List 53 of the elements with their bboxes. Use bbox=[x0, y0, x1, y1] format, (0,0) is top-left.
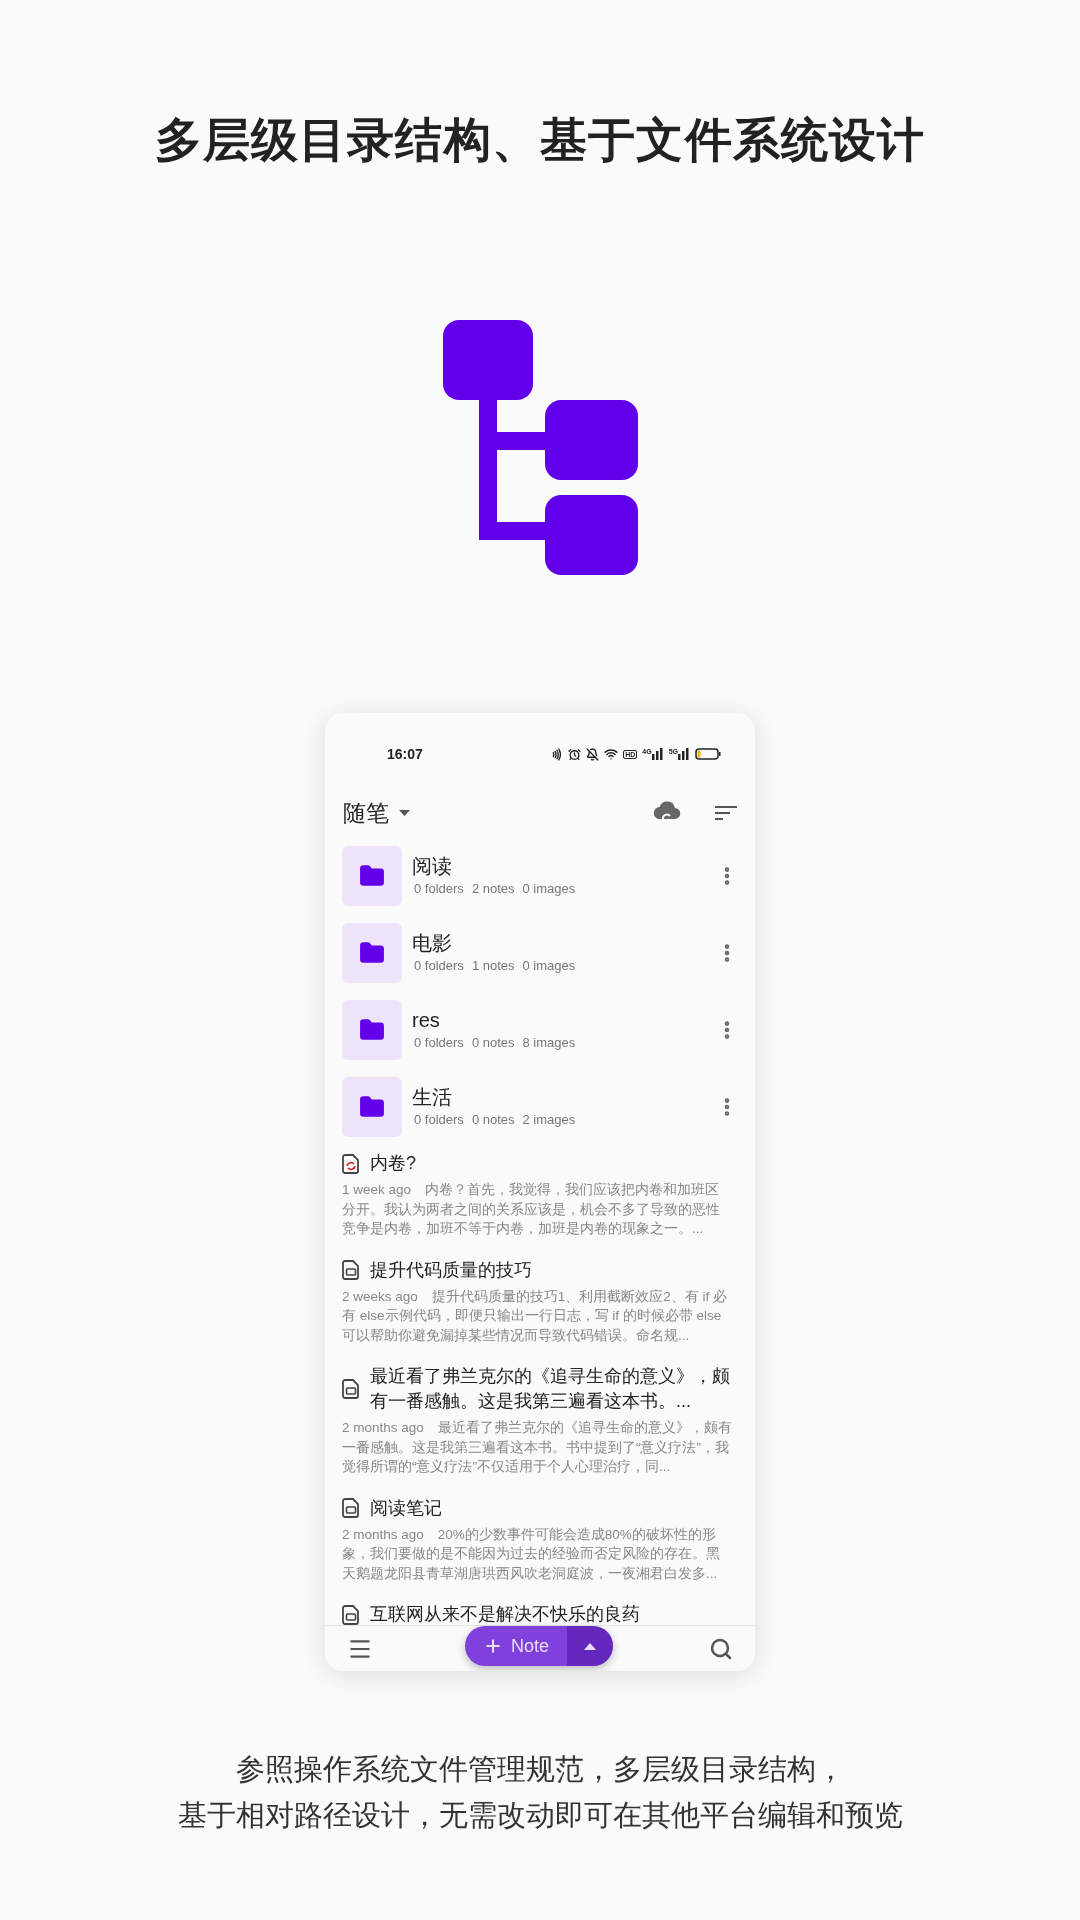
caret-icon bbox=[399, 810, 410, 816]
folder-count: 0 folders bbox=[414, 879, 464, 898]
caret-up-icon bbox=[584, 1642, 596, 1650]
note-title[interactable]: 互联网从来不是解决不快乐的良药 bbox=[370, 1602, 640, 1627]
wifi-icon bbox=[604, 747, 619, 761]
note-summary: 2 months ago 最近看了弗兰克尔的《追寻生命的意义》，颇有一番感触。这是我第三遍看这本书。书中提到了“意义疗法”，我觉得所谓的“意义疗法”不仅适用于个人心理治疗，同... bbox=[342, 1419, 733, 1476]
note-title[interactable]: 提升代码质量的技巧 bbox=[370, 1257, 532, 1283]
folder-row[interactable]: res 0 folders 0 notes 8 images bbox=[342, 999, 738, 1060]
folder-icon bbox=[359, 862, 385, 889]
folder-icon bbox=[359, 1093, 385, 1120]
note-summary: 2 weeks ago 提升代码质量的技巧1、利用截断效应2、有 if 必有 else示例代码，即便只输出一行日志，写 if 的时候必带 else 可以帮助你避免漏掉某些情况而导致代码错误。命名规... bbox=[342, 1287, 729, 1345]
note-count: 1 notes bbox=[471, 956, 515, 975]
note-title[interactable]: 内卷? bbox=[370, 1151, 416, 1176]
folder-row[interactable]: 电影 0 folders 1 notes 0 images bbox=[342, 922, 738, 983]
image-count: 0 images bbox=[522, 879, 576, 898]
folder-count: 0 folders bbox=[414, 956, 464, 975]
folder-row[interactable]: 阅读 0 folders 2 notes 0 images bbox=[342, 845, 738, 906]
folder-name: res bbox=[412, 1007, 441, 1033]
note-title[interactable]: 最近看了弗兰克尔的《追寻生命的意义》，颇有一番感触。这是我第三遍看这本书。... bbox=[370, 1364, 733, 1414]
folder-icon bbox=[359, 1016, 385, 1043]
alarm-icon bbox=[568, 747, 582, 761]
caption-line: 基于相对路径设计，无需改动即可在其他平台编辑和预览 bbox=[177, 1798, 903, 1833]
note-title[interactable]: 阅读笔记 bbox=[370, 1495, 442, 1521]
note-summary: 2 months ago 20%的少数事件可能会造成80%的破坏性的形象，我们要做的是不能因为过去的经验而否定风险的存在。黑天鹅题龙阳县青草湖唐珙西风吹老洞庭波，一夜湘君白发多... bbox=[342, 1525, 721, 1583]
caption-line: 参照操作系统文件管理规范，多层级目录结构， bbox=[235, 1752, 845, 1787]
battery-icon bbox=[695, 748, 721, 760]
new-note-fab[interactable]: Note bbox=[465, 1626, 613, 1666]
folder-count: 0 folders bbox=[414, 1110, 464, 1129]
image-count: 8 images bbox=[522, 1033, 576, 1052]
new-note-button[interactable]: Note bbox=[465, 1626, 567, 1666]
search-icon[interactable] bbox=[709, 1636, 733, 1661]
image-count: 2 images bbox=[522, 1110, 576, 1129]
note-count: 0 notes bbox=[471, 1033, 515, 1052]
note-count: 2 notes bbox=[471, 879, 515, 898]
headline: 多层级目录结构、基于文件系统设计 bbox=[154, 116, 926, 163]
sort-button[interactable] bbox=[715, 805, 737, 821]
plus-icon bbox=[483, 1636, 503, 1656]
note-summary: 1 week ago 内卷？首先，我觉得，我们应该把内卷和加班区分开。我认为两者之间的关系应该是，机会不多了导致的恶性竞争是内卷，加班不等于内卷，加班是内卷的现象之一。... bbox=[342, 1181, 721, 1238]
folder-count: 0 folders bbox=[414, 1033, 464, 1052]
status-time: 16:07 bbox=[387, 744, 423, 764]
signal-icon bbox=[678, 748, 690, 760]
folder-title-dropdown[interactable]: 随笔 bbox=[343, 795, 410, 831]
expand-button[interactable] bbox=[567, 1626, 613, 1666]
signal-icon bbox=[651, 748, 664, 760]
bell-off-icon bbox=[586, 747, 600, 761]
folder-name: 电影 bbox=[412, 930, 453, 956]
note-count: 0 notes bbox=[471, 1110, 515, 1129]
folder-tree-icon bbox=[442, 320, 638, 575]
folder-icon bbox=[359, 939, 385, 966]
folder-name: 生活 bbox=[412, 1084, 453, 1110]
image-count: 0 images bbox=[522, 956, 576, 975]
folder-row[interactable]: 生活 0 folders 0 notes 2 images bbox=[342, 1076, 738, 1137]
folder-name: 阅读 bbox=[412, 853, 453, 879]
